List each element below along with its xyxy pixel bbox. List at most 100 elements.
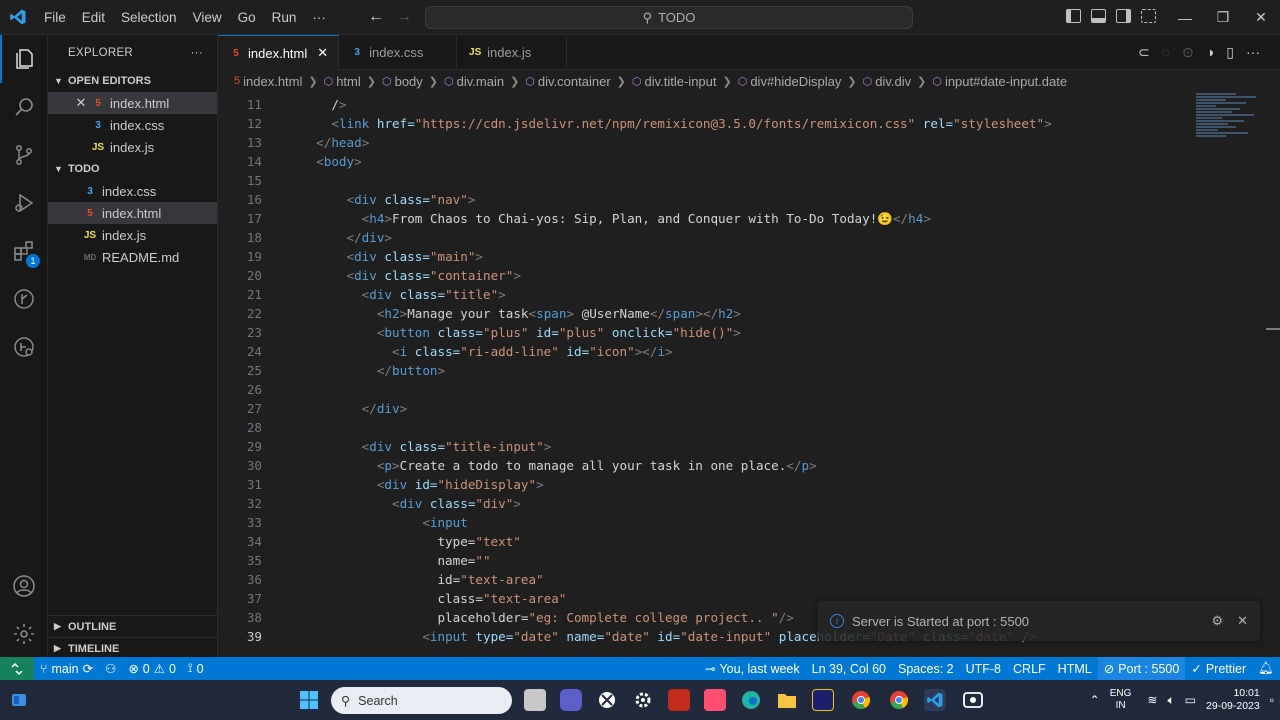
end-of-line[interactable]: CRLF [1007,662,1052,676]
code-line[interactable]: 25 </button> [218,361,1218,380]
open-editor-item[interactable]: JS index.js [48,136,217,158]
git-graph-icon[interactable] [0,275,48,323]
code-line[interactable]: 23 <button class="plus" id="plus" onclic… [218,323,1218,342]
split-editor-icon[interactable]: ▯ [1226,44,1234,61]
source-control-icon[interactable] [0,131,48,179]
code-line[interactable]: 32 <div class="div"> [218,494,1218,513]
chrome-icon[interactable] [850,689,872,711]
git-blame-status[interactable]: ⊸ You, last week [699,661,806,677]
remote-explorer-icon[interactable] [0,323,48,371]
code-line[interactable]: 31 <div id="hideDisplay"> [218,475,1218,494]
file-item[interactable]: MD README.md [48,246,217,268]
breadcrumb-item[interactable]: ⬡ body ❯ [382,74,444,89]
file-item[interactable]: 3 index.css [48,180,217,202]
problems-status[interactable]: ⊗ 0 ⚠ 0 [122,661,182,677]
next-change-icon[interactable]: ⊙ [1182,44,1194,61]
go-live-icon[interactable]: ⊂ [1138,44,1150,61]
windows-widgets-icon[interactable] [8,689,30,711]
code-line[interactable]: 12 <link href="https://cdn.jsdelivr.net/… [218,114,1218,133]
code-line[interactable]: 18 </div> [218,228,1218,247]
run-debug-icon[interactable] [0,179,48,227]
open-editors-header[interactable]: ▼ OPEN EDITORS [48,70,217,92]
close-window-icon[interactable]: ✕ [1242,0,1280,35]
code-line[interactable]: 20 <div class="container"> [218,266,1218,285]
breadcrumb-item[interactable]: ⬡ input#date-input.date [932,74,1067,89]
tab-index-html[interactable]: 5 index.html ✕ [218,35,340,70]
code-line[interactable]: 21 <div class="title"> [218,285,1218,304]
cursor-position[interactable]: Ln 39, Col 60 [806,662,892,676]
minimize-icon[interactable]: — [1166,0,1204,35]
close-tab-icon[interactable]: ✕ [317,45,328,61]
wifi-icon[interactable]: ≋ [1147,693,1157,707]
code-line[interactable]: 28 [218,418,1218,437]
code-line[interactable]: 22 <h2>Manage your task<span> @UserName<… [218,304,1218,323]
xbox-icon[interactable] [596,689,618,711]
open-editor-item[interactable]: ✕ 5 index.html [48,92,217,114]
tab-index-css[interactable]: 3 index.css [339,35,458,70]
more-actions-icon[interactable]: ··· [1246,44,1260,61]
forward-arrow-icon[interactable]: → [396,8,412,26]
toggle-primary-sidebar-icon[interactable] [1066,9,1081,23]
breadcrumb-item[interactable]: ⬡ div.main ❯ [444,74,525,89]
code-line[interactable]: 17 <h4>From Chaos to Chai-yos: Sip, Plan… [218,209,1218,228]
tab-index-js[interactable]: JS index.js [457,35,568,70]
code-line[interactable]: 14 <body> [218,152,1218,171]
timeline-header[interactable]: ▶ TIMELINE [48,637,218,659]
menu-more[interactable]: ··· [304,0,334,35]
restore-icon[interactable]: ❐ [1204,0,1242,35]
taskbar-search[interactable]: ⚲ Search [331,687,512,714]
outline-header[interactable]: ▶ OUTLINE [48,615,218,637]
app-red-icon[interactable] [668,689,690,711]
vscode-taskbar-icon[interactable] [924,689,946,711]
breadcrumb-item[interactable]: ⬡ div.title-input ❯ [632,74,738,89]
notification-close-icon[interactable]: ✕ [1237,613,1248,629]
notification-center-icon[interactable]: ▫ [1270,693,1274,707]
code-line[interactable]: 13 </head> [218,133,1218,152]
ports-status[interactable]: ⟟ 0 [182,661,210,676]
file-explorer-icon[interactable] [776,689,798,711]
code-line[interactable]: 24 <i class="ri-add-line" id="icon"></i> [218,342,1218,361]
notifications-bell-icon[interactable]: 🔔︎ [1252,661,1280,676]
breadcrumb-item[interactable]: 5 index.html ❯ [234,74,324,89]
scrollbar-thumb[interactable] [1266,328,1280,330]
breadcrumb-item[interactable]: ⬡ div.div ❯ [863,74,933,89]
menu-file[interactable]: File [36,0,74,35]
breadcrumb-item[interactable]: ⬡ html ❯ [324,74,382,89]
code-editor[interactable]: 11 /> 12 <link href="https://cdn.jsdelivr… [218,92,1280,657]
chrome-profile-icon[interactable] [888,689,910,711]
folder-header[interactable]: ▼ TODO [48,158,217,180]
toggle-panel-icon[interactable] [1091,9,1106,23]
manage-gear-icon[interactable] [0,610,48,658]
more-actions-icon[interactable]: ··· [191,47,203,59]
code-line[interactable]: 33 <input [218,513,1218,532]
command-center-search[interactable]: ⚲ TODO [425,6,913,29]
start-windows-icon[interactable] [298,689,320,711]
language-indicator[interactable]: ENG IN [1110,688,1132,712]
menu-selection[interactable]: Selection [113,0,185,35]
settings-gear-icon[interactable] [632,689,654,711]
task-view-icon[interactable] [524,689,546,711]
language-mode[interactable]: HTML [1052,662,1098,676]
customize-layout-icon[interactable] [1141,9,1156,23]
code-line[interactable]: 29 <div class="title-input"> [218,437,1218,456]
code-line[interactable]: 15 [218,171,1218,190]
code-line[interactable]: 26 [218,380,1218,399]
live-server-port[interactable]: ⊘ Port : 5500 [1097,657,1186,680]
compare-icon[interactable]: ◌ [1162,44,1170,61]
breadcrumb-item[interactable]: ⬡ div#hideDisplay ❯ [738,74,863,89]
close-editor-icon[interactable]: ✕ [72,95,90,111]
volume-icon[interactable]: 🔈︎ [1167,693,1174,708]
code-line[interactable]: 36 id="text-area" [218,570,1218,589]
file-item[interactable]: 5 index.html [48,202,217,224]
jetbrains-icon[interactable] [812,689,834,711]
back-arrow-icon[interactable]: ← [368,8,384,26]
code-line[interactable]: 30 <p>Create a todo to manage all your t… [218,456,1218,475]
menu-edit[interactable]: Edit [74,0,113,35]
explorer-icon[interactable] [0,35,48,83]
tray-chevron-up-icon[interactable]: ⌃ [1090,693,1100,707]
teams-icon[interactable] [560,689,582,711]
open-changes-icon[interactable]: ◑ [1206,44,1214,61]
git-graph-status[interactable]: ⚇ [99,661,122,676]
accounts-icon[interactable] [0,562,48,610]
edge-browser-icon[interactable] [740,689,762,711]
